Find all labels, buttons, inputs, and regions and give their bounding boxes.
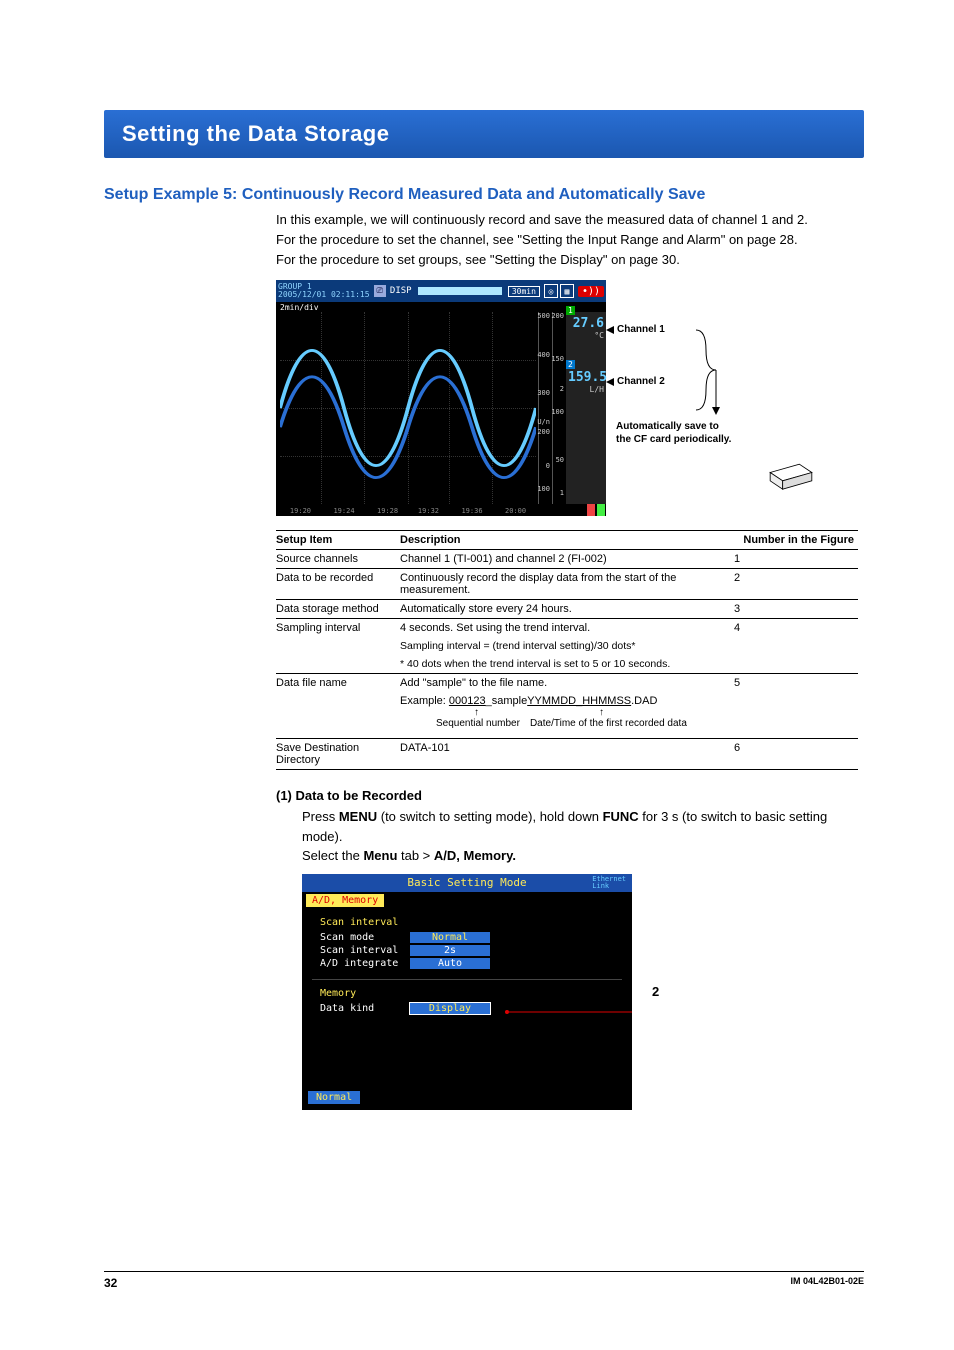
table-row: Save Destination Directory DATA-101 6 xyxy=(276,739,858,770)
page-footer: 32 IM 04L42B01-02E xyxy=(104,1271,864,1290)
trend-screenshot: GROUP 12005/12/01 02:11:15 ⎚ DISP 30min … xyxy=(276,280,606,516)
callouts: Channel 1 Channel 2 Automatically save t… xyxy=(616,280,866,516)
group-label: Scan interval xyxy=(320,917,614,928)
doc-id: IM 04L42B01-02E xyxy=(790,1276,864,1286)
reading-1: 1 27.6 °C xyxy=(568,316,604,348)
table-row: * 40 dots when the trend interval is set… xyxy=(276,655,858,674)
bsm-tab[interactable]: A/D, Memory xyxy=(306,894,384,907)
intro-text: In this example, we will continuously re… xyxy=(276,210,864,270)
trend-header: GROUP 12005/12/01 02:11:15 ⎚ DISP 30min … xyxy=(276,280,606,302)
group-label: Memory xyxy=(320,988,614,999)
bsm-row[interactable]: Scan interval2s xyxy=(320,945,614,956)
arrow-icon xyxy=(606,378,614,386)
callout-channel-2: Channel 2 xyxy=(617,376,665,387)
example-line: Example: 000123_sampleYYMMDD_HHMMSS.DAD xyxy=(400,695,657,707)
th-num: Number in the Figure xyxy=(724,531,858,550)
intro-line: For the procedure to set the channel, se… xyxy=(276,232,798,247)
bsm-row-selected[interactable]: Data kindDisplay xyxy=(320,1003,614,1014)
bsm-footer-button[interactable]: Normal xyxy=(308,1091,360,1104)
scale-col-1: 500 400 300 U/n 200 0 100 xyxy=(538,312,552,504)
seq-label: Sequential number xyxy=(436,718,520,729)
cf-icon: ▦ xyxy=(560,284,574,298)
scale-col-2: 200 150 2 100 50 1 xyxy=(552,312,566,504)
bsm-row[interactable]: A/D integrateAuto xyxy=(320,958,614,969)
trend-header-group: GROUP 12005/12/01 02:11:15 xyxy=(278,283,370,299)
bsm-header: Basic Setting Mode EthernetLink xyxy=(302,874,632,892)
disp-label: DISP xyxy=(390,286,412,296)
mode-icon: ⎚ xyxy=(374,285,386,297)
subsection-heading: (1) Data to be Recorded xyxy=(276,788,864,803)
callout-cf: Automatically save tothe CF card periodi… xyxy=(616,420,776,446)
header-icons: ◎ ▦ xyxy=(544,284,574,298)
table-row: Data to be recorded Continuously record … xyxy=(276,569,858,600)
intro-line: In this example, we will continuously re… xyxy=(276,212,808,227)
bsm-callout-number: 2 xyxy=(652,984,659,999)
cf-card-icon xyxy=(766,460,816,494)
table-row: Data storage method Automatically store … xyxy=(276,600,858,619)
th-item: Setup Item xyxy=(276,531,400,550)
bsm-screenshot: Basic Setting Mode EthernetLink A/D, Mem… xyxy=(302,874,632,1110)
title-text: Setting the Data Storage xyxy=(122,121,389,147)
bsm-row[interactable]: Scan modeNormal xyxy=(320,932,614,943)
setup-table: Setup Item Description Number in the Fig… xyxy=(276,530,858,770)
page-number: 32 xyxy=(104,1276,117,1290)
table-row: Source channels Channel 1 (TI-001) and c… xyxy=(276,550,858,569)
trend-plot: 19:20 19:24 19:28 19:32 19:36 20:00 xyxy=(280,312,536,504)
table-row: Data file name Add "sample" to the file … xyxy=(276,674,858,693)
table-row: Sampling interval = (trend interval sett… xyxy=(276,637,858,655)
instruction-text: Press MENU (to switch to setting mode), … xyxy=(302,807,864,866)
interval-label: 30min xyxy=(508,286,540,297)
title-bar: Setting the Data Storage xyxy=(104,110,864,158)
device-icon: ◎ xyxy=(544,284,558,298)
arrow-icon xyxy=(606,326,614,334)
overview-bar xyxy=(276,504,606,516)
progress-bar xyxy=(418,287,502,295)
intro-line: For the procedure to set groups, see "Se… xyxy=(276,252,680,267)
ethernet-label: EthernetLink xyxy=(592,876,626,890)
reading-2: 2 159.5 L/H xyxy=(568,370,604,402)
alarm-icon: •)) xyxy=(578,286,604,297)
dt-label: Date/Time of the first recorded data xyxy=(530,718,687,729)
bsm-figure: Basic Setting Mode EthernetLink A/D, Mem… xyxy=(302,874,864,1110)
table-header-row: Setup Item Description Number in the Fig… xyxy=(276,531,858,550)
table-row: Sampling interval 4 seconds. Set using t… xyxy=(276,619,858,638)
reading-strip: 1 27.6 °C 2 159.5 L/H xyxy=(566,312,606,504)
callout-channel-1: Channel 1 xyxy=(617,324,665,335)
section-heading: Setup Example 5: Continuously Record Mea… xyxy=(104,186,864,204)
trend-figure: GROUP 12005/12/01 02:11:15 ⎚ DISP 30min … xyxy=(276,280,864,516)
scale-bars: 500 400 300 U/n 200 0 100 200 150 2 100 … xyxy=(538,312,566,504)
table-row: Example: 000123_sampleYYMMDD_HHMMSS.DAD … xyxy=(276,692,858,732)
th-desc: Description xyxy=(400,531,724,550)
